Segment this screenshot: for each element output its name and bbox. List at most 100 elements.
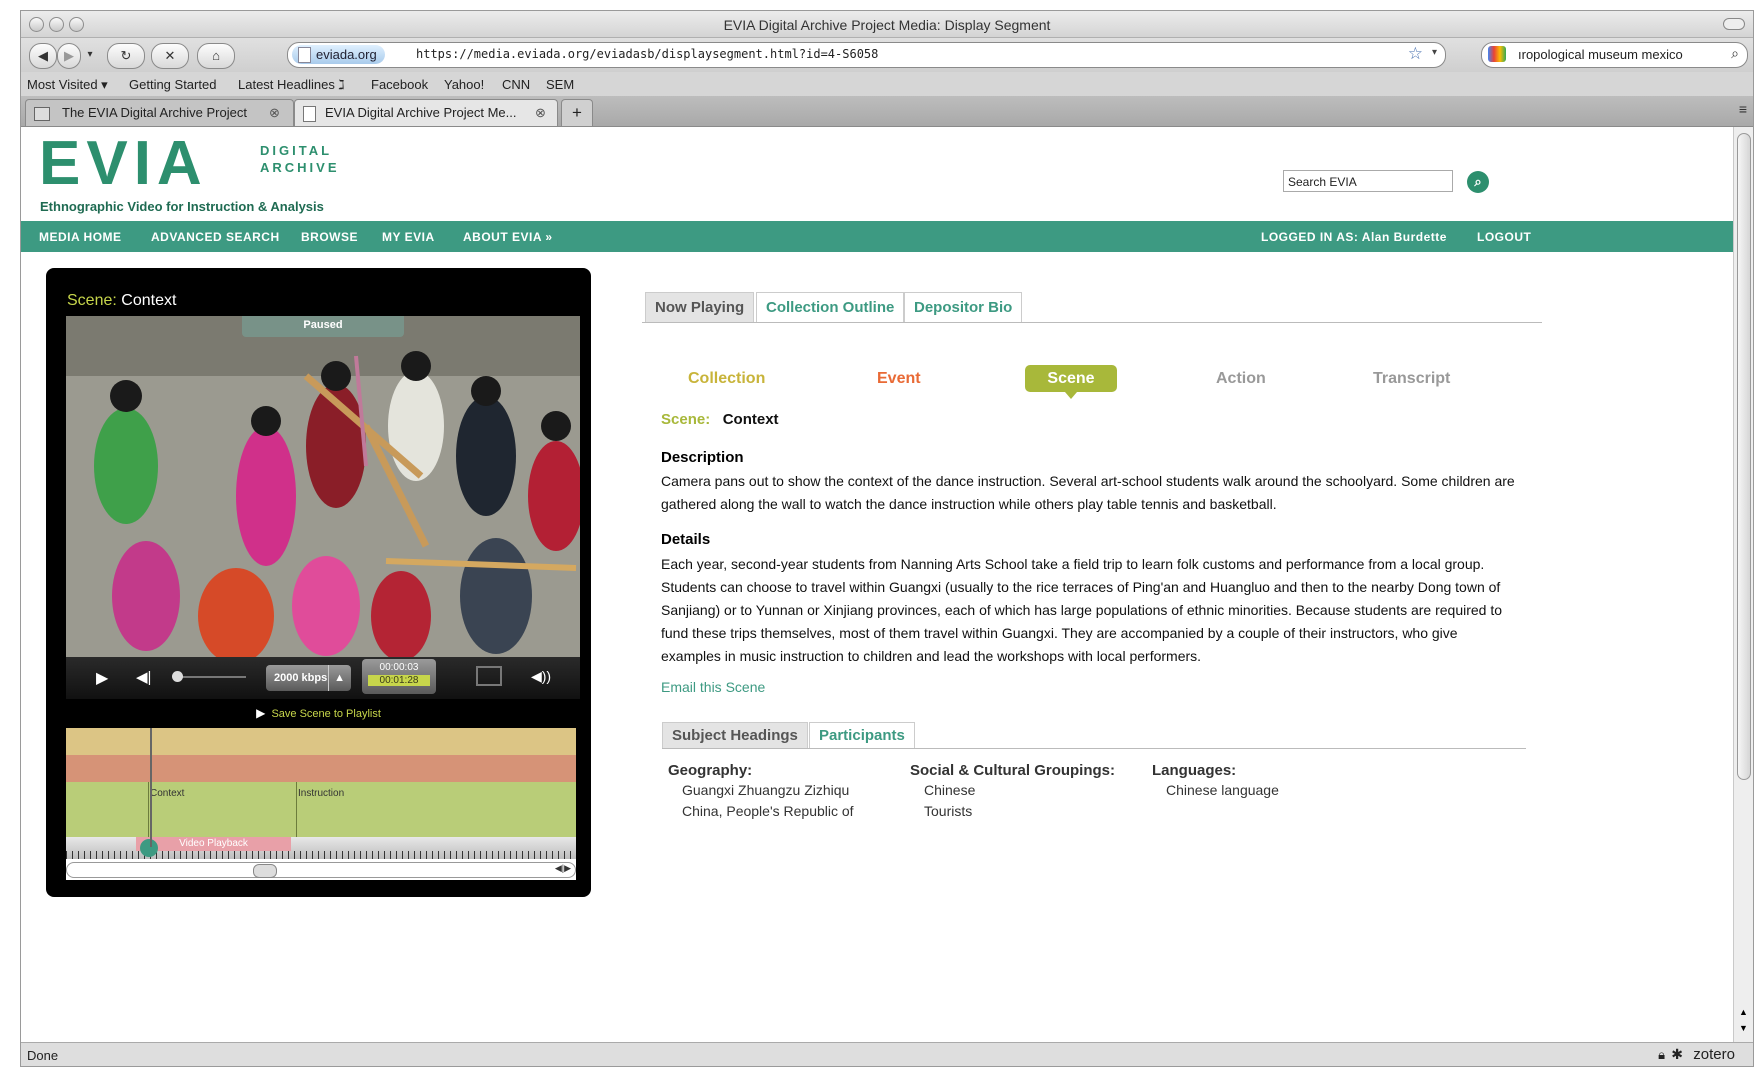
nav-media-home[interactable]: MEDIA HOME (39, 230, 122, 244)
search-icon[interactable]: ⌕ (1731, 45, 1739, 62)
tab-participants[interactable]: Participants (809, 722, 915, 749)
tab-collection-outline[interactable]: Collection Outline (756, 292, 905, 323)
volume-icon[interactable]: ◀)) (531, 668, 551, 685)
page-content: EVIA DIGITAL ARCHIVE Ethnographic Video … (21, 127, 1733, 1042)
description-heading: Description (661, 449, 744, 466)
geography-item[interactable]: Guangxi Zhuangzu Zizhiqu (682, 782, 849, 798)
tab-now-playing[interactable]: Now Playing (645, 292, 755, 323)
timeline-collection-track (66, 728, 576, 755)
video-controls: ▶ ◀| 2000 kbps ▲ 00:00:03 00:01:28 ◀)) (66, 657, 580, 699)
timeline-scene-track: Context Instruction (66, 782, 576, 837)
bookmark-getting-started[interactable]: Getting Started (129, 77, 216, 92)
slider-knob[interactable] (172, 671, 183, 682)
url-text: https://media.eviada.org/eviadasb/displa… (416, 47, 879, 61)
nav-advanced-search[interactable]: ADVANCED SEARCH (151, 230, 280, 244)
bookmark-star-icon[interactable]: ☆ (1408, 44, 1423, 64)
status-bar: Done 🔒︎ ✱ zotero (21, 1042, 1753, 1066)
playback-track[interactable]: Video Playback (66, 837, 576, 859)
nav-about-evia[interactable]: ABOUT EVIA » (463, 230, 553, 244)
search-go-button[interactable]: ⌕ (1467, 171, 1489, 193)
tab-list-icon[interactable]: ≡ (1739, 101, 1747, 117)
crumb-scene-active[interactable]: Scene (1025, 365, 1117, 392)
bitrate-selector[interactable]: 2000 kbps ▲ (266, 665, 351, 691)
back-arrow-icon: ◀ (38, 48, 48, 63)
scene-name: Context (121, 292, 177, 309)
home-button[interactable]: ⌂ (197, 43, 235, 69)
main-nav: MEDIA HOME ADVANCED SEARCH BROWSE MY EVI… (21, 221, 1733, 252)
crumb-event[interactable]: Event (877, 370, 921, 388)
geography-item[interactable]: China, People's Republic of (682, 803, 854, 819)
reload-button[interactable]: ↻ (107, 43, 145, 69)
address-bar[interactable]: eviada.org https://media.eviada.org/evia… (287, 42, 1446, 68)
close-tab-icon[interactable]: ⊗ (269, 100, 280, 126)
save-scene-label: Save Scene to Playlist (271, 708, 381, 720)
toolbar-toggle-button[interactable] (1723, 18, 1745, 30)
title-bar: EVIA Digital Archive Project Media: Disp… (21, 11, 1753, 38)
logout-link[interactable]: LOGOUT (1477, 230, 1531, 244)
window-title: EVIA Digital Archive Project Media: Disp… (723, 17, 1051, 33)
playhead-line (150, 728, 152, 847)
close-tab-icon[interactable]: ⊗ (535, 100, 546, 126)
social-grouping-item[interactable]: Chinese (924, 782, 975, 798)
crumb-transcript[interactable]: Transcript (1373, 370, 1450, 388)
timeline-scene-context[interactable]: Context (150, 788, 184, 799)
scrollbar-thumb[interactable] (1737, 133, 1751, 780)
social-grouping-item[interactable]: Tourists (924, 803, 972, 819)
tab-subject-headings[interactable]: Subject Headings (662, 722, 808, 749)
back-button[interactable]: ◀ (29, 43, 57, 69)
tab-depositor-bio[interactable]: Depositor Bio (904, 292, 1023, 323)
save-scene-to-playlist-button[interactable]: ▶ Save Scene to Playlist (46, 706, 591, 720)
stop-button[interactable]: ✕ (151, 43, 189, 69)
history-dropdown[interactable]: ▾ (83, 43, 97, 67)
video-frame[interactable]: Paused (66, 316, 580, 657)
search-bar-text: ıropological museum mexico (1518, 47, 1683, 62)
volume-slider-track[interactable] (172, 671, 246, 682)
page-scrollbar[interactable]: ▲ ▼ (1733, 127, 1753, 1042)
timeline-scrollbar[interactable]: ◀|▶ (66, 862, 576, 878)
nav-my-evia[interactable]: MY EVIA (382, 230, 435, 244)
scroll-down-icon[interactable]: ▼ (1739, 1023, 1748, 1033)
addon-icon[interactable]: ✱ (1671, 1046, 1683, 1063)
zotero-button[interactable]: zotero (1693, 1046, 1735, 1063)
forward-button[interactable]: ▶ (57, 43, 81, 69)
browser-tab-display-segment[interactable]: EVIA Digital Archive Project Me... ⊗ (294, 99, 558, 126)
crumb-collection[interactable]: Collection (688, 370, 765, 388)
bookmark-cnn[interactable]: CNN (502, 77, 530, 92)
social-groupings-heading: Social & Cultural Groupings: (910, 762, 1116, 779)
bookmark-yahoo[interactable]: Yahoo! (444, 77, 484, 92)
browser-tab-evia-project[interactable]: The EVIA Digital Archive Project ⊗ (25, 99, 294, 126)
email-scene-link[interactable]: Email this Scene (661, 679, 765, 695)
bookmark-most-visited[interactable]: Most Visited ▾ (27, 77, 108, 93)
scroll-up-icon[interactable]: ▲ (1739, 1007, 1748, 1017)
scrollbar-thumb[interactable] (253, 864, 277, 878)
timeline-scene-instruction[interactable]: Instruction (298, 788, 344, 799)
scene-divider (296, 782, 297, 837)
site-identity-button[interactable]: eviada.org (292, 45, 385, 64)
paused-indicator: Paused (242, 316, 404, 337)
scroll-arrows-icon[interactable]: ◀|▶ (555, 863, 571, 874)
home-icon: ⌂ (212, 48, 220, 63)
google-icon[interactable] (1488, 46, 1506, 62)
nav-browse[interactable]: BROWSE (301, 230, 358, 244)
crumb-action[interactable]: Action (1216, 370, 1266, 388)
bookmark-sem[interactable]: SEM (546, 77, 574, 92)
browser-toolbar: ◀ ▶ ▾ ↻ ✕ ⌂ eviada.org https://media.evi… (21, 38, 1753, 72)
bookmark-facebook[interactable]: Facebook (371, 77, 428, 92)
browser-tab-label: The EVIA Digital Archive Project (62, 105, 247, 120)
url-dropdown-icon[interactable]: ▾ (1432, 47, 1437, 58)
fullscreen-icon[interactable] (476, 666, 502, 686)
tab-divider (642, 322, 1542, 323)
page-icon (298, 47, 311, 63)
logo-line-archive: ARCHIVE (260, 160, 340, 175)
new-tab-button[interactable]: + (561, 99, 593, 126)
step-back-button[interactable]: ◀| (136, 668, 151, 686)
search-bar[interactable]: ıropological museum mexico ⌕ (1481, 42, 1748, 68)
bookmark-latest-headlines[interactable]: Latest Headlines ℷ (238, 77, 345, 93)
scene-timeline[interactable]: Context Instruction Video Playback ◀|▶ (66, 728, 576, 880)
play-button[interactable]: ▶ (96, 668, 108, 688)
search-evia-input[interactable]: Search EVIA (1283, 170, 1453, 192)
evia-logo[interactable]: EVIA (39, 133, 208, 195)
language-item[interactable]: Chinese language (1166, 782, 1279, 798)
sub-tab-divider (662, 748, 1526, 749)
playhead-knob[interactable] (140, 839, 158, 857)
